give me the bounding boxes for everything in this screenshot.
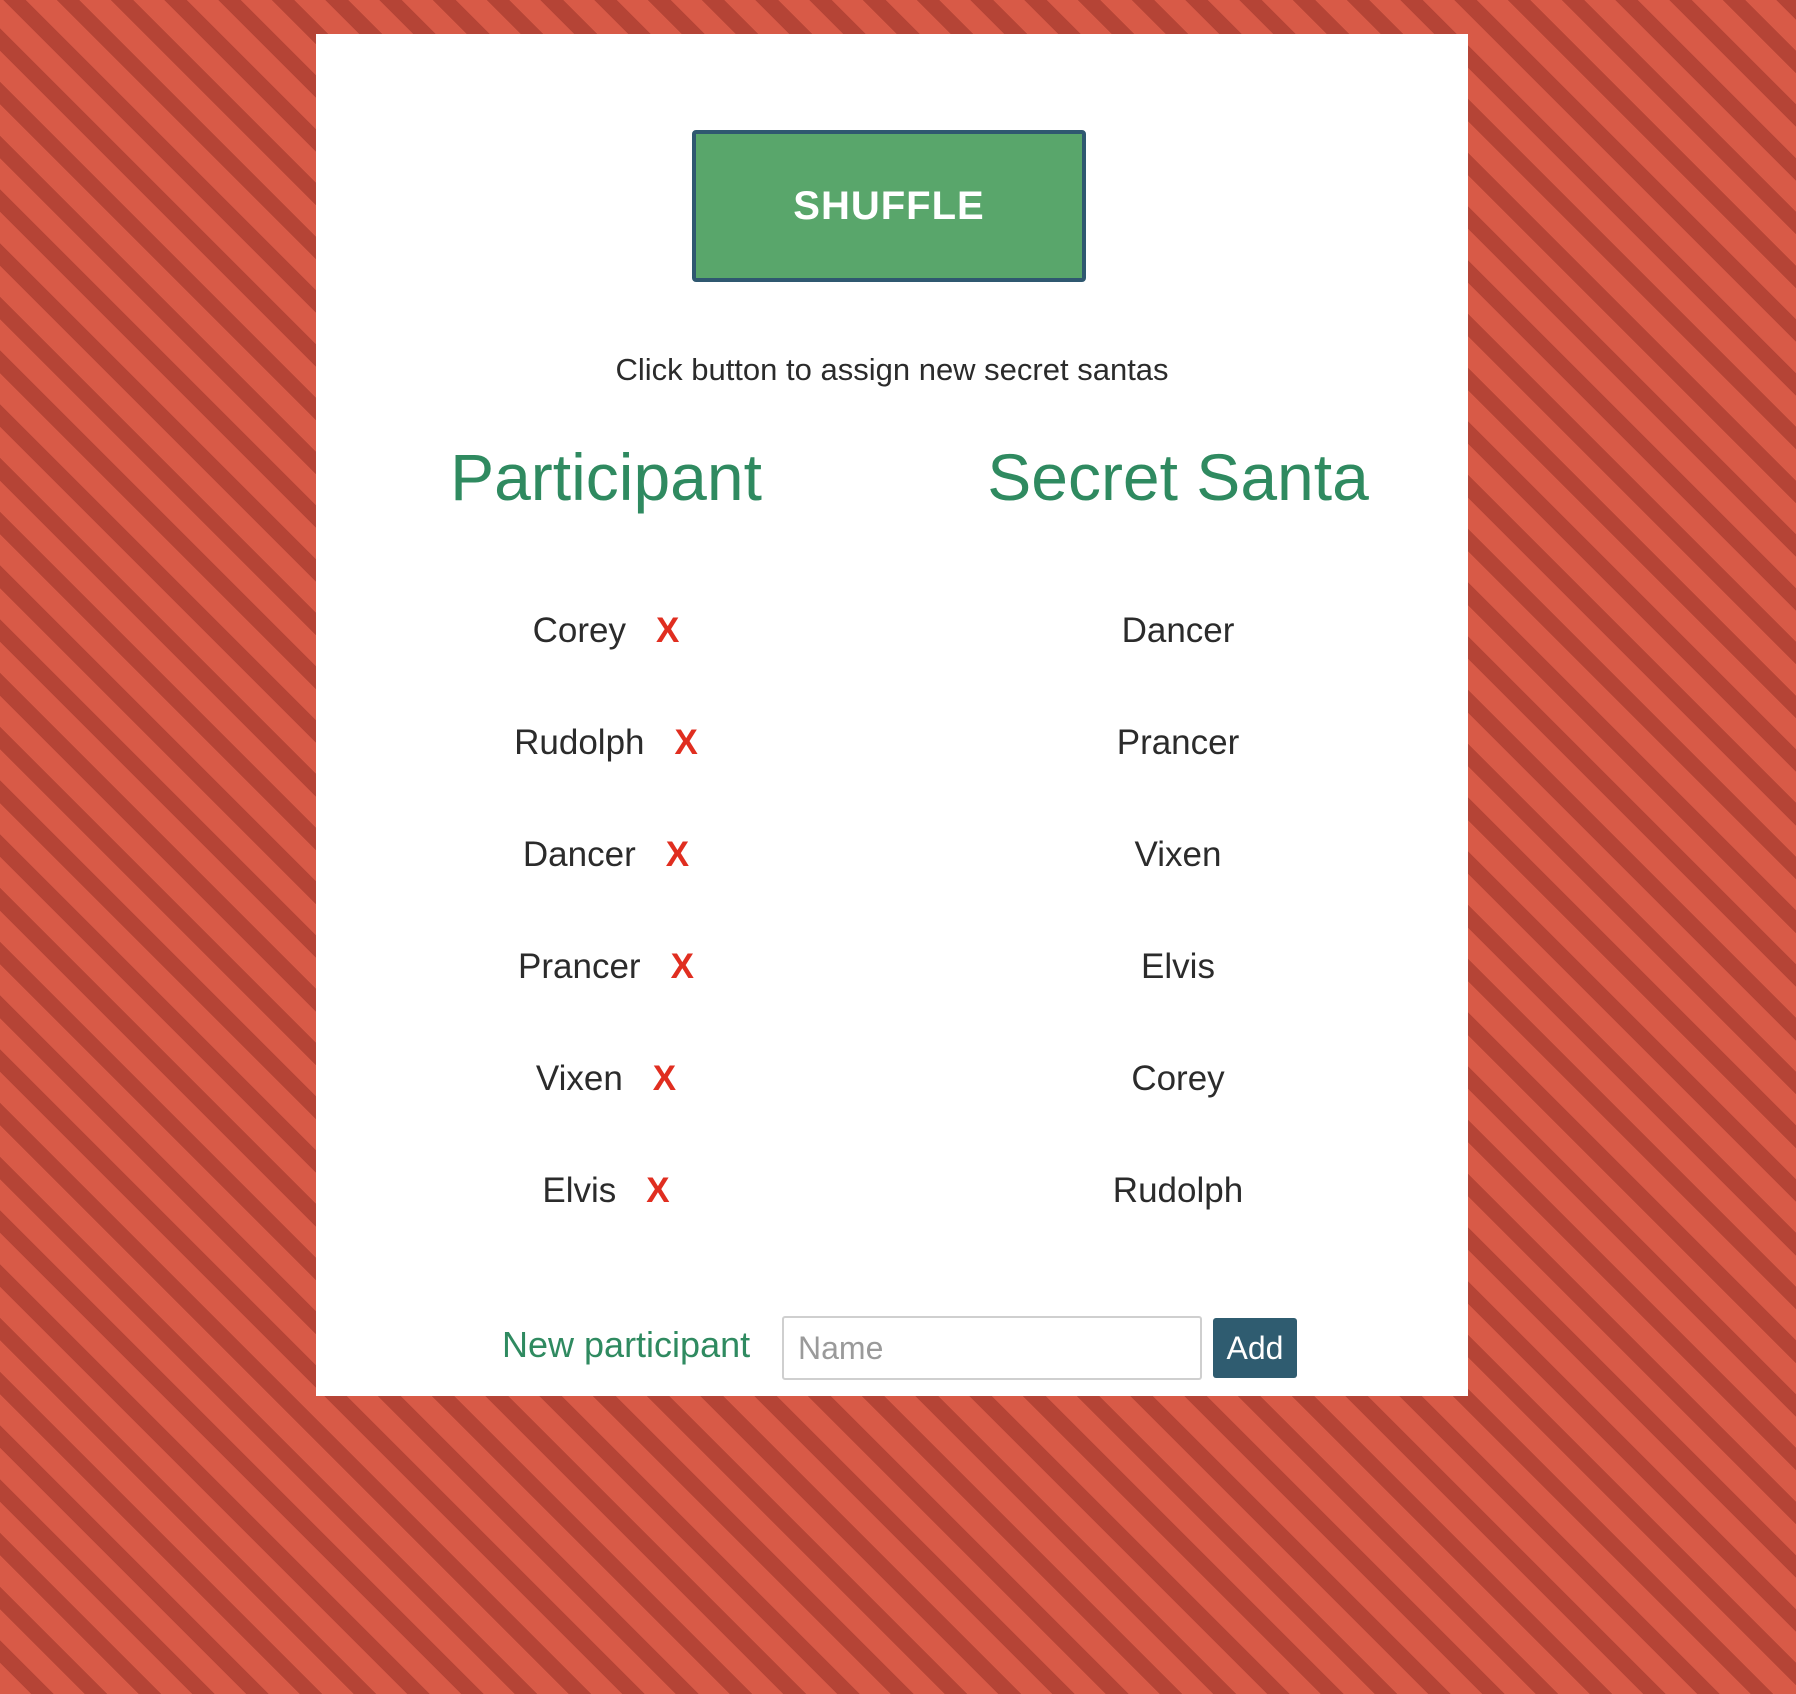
participant-row: Vixen X xyxy=(346,1049,866,1109)
participant-name: Prancer xyxy=(518,947,641,986)
new-participant-label: New participant xyxy=(502,1324,751,1365)
santa-row: Prancer xyxy=(918,713,1438,773)
add-button[interactable]: Add xyxy=(1213,1318,1297,1378)
santa-row: Rudolph xyxy=(918,1161,1438,1221)
santa-name: Corey xyxy=(1131,1059,1225,1098)
shuffle-hint: Click button to assign new secret santas xyxy=(615,352,1169,387)
participant-row: Dancer X xyxy=(346,825,866,885)
participant-name: Dancer xyxy=(522,835,636,874)
participant-name: Vixen xyxy=(535,1059,623,1098)
santa-row: Dancer xyxy=(918,601,1438,661)
participant-heading: Participant xyxy=(450,440,762,514)
remove-participant-icon[interactable]: X xyxy=(656,611,679,651)
santa-name: Dancer xyxy=(1121,611,1235,650)
santa-name: Rudolph xyxy=(1112,1171,1244,1210)
participant-row: Corey X xyxy=(346,601,866,661)
santa-name: Vixen xyxy=(1134,835,1222,874)
main-card: SHUFFLE Click button to assign new secre… xyxy=(316,34,1468,1396)
remove-participant-icon[interactable]: X xyxy=(671,947,694,987)
remove-participant-icon[interactable]: X xyxy=(646,1171,669,1211)
remove-participant-icon[interactable]: X xyxy=(675,723,698,763)
participant-name: Rudolph xyxy=(514,723,645,762)
participant-row: Elvis X xyxy=(346,1161,866,1221)
santa-row: Vixen xyxy=(918,825,1438,885)
participant-name: Elvis xyxy=(542,1171,617,1210)
new-participant-form: New participant Add xyxy=(316,1314,1468,1384)
shuffle-button[interactable]: SHUFFLE xyxy=(692,130,1086,282)
santa-name: Elvis xyxy=(1141,947,1215,986)
participant-row: Rudolph X xyxy=(346,713,866,773)
santa-name: Prancer xyxy=(1116,723,1240,762)
name-input[interactable] xyxy=(782,1316,1202,1380)
participant-row: Prancer X xyxy=(346,937,866,997)
participant-name: Corey xyxy=(532,611,626,650)
remove-participant-icon[interactable]: X xyxy=(666,835,689,875)
santa-row: Elvis xyxy=(918,937,1438,997)
remove-participant-icon[interactable]: X xyxy=(653,1059,676,1099)
santa-row: Corey xyxy=(918,1049,1438,1109)
secret-santa-heading: Secret Santa xyxy=(987,440,1369,514)
